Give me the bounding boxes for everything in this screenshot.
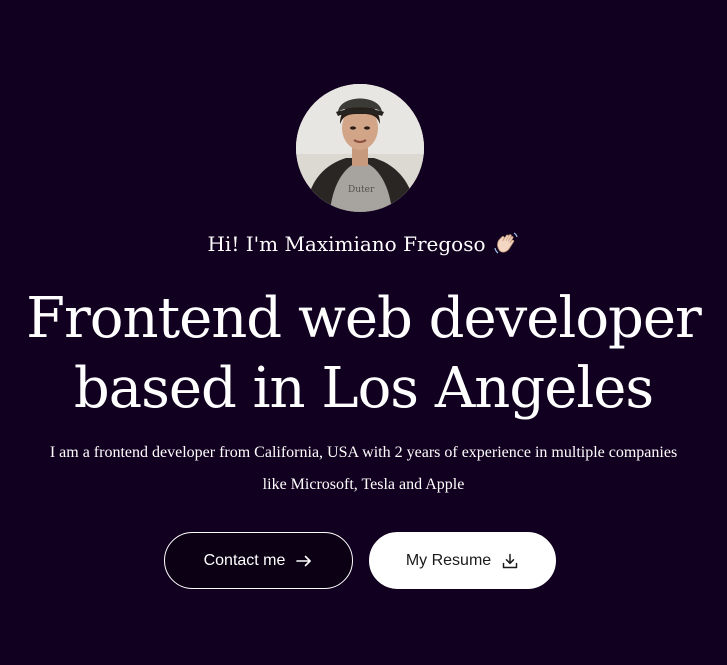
greeting-text: Hi! I'm Maximiano Fregoso [207, 232, 486, 256]
hero-section: Duter Hi! I'm Maximiano Fregoso Frontend… [0, 0, 727, 665]
page-title: Frontend web developer based in Los Ange… [0, 284, 727, 424]
my-resume-button[interactable]: My Resume [369, 532, 556, 589]
profile-photo: Duter [296, 84, 424, 212]
headline-line-2: based in Los Angeles [73, 356, 654, 421]
intro-text: I am a frontend developer from Californi… [49, 444, 678, 493]
profile-avatar: Duter [296, 84, 424, 212]
waving-hand-icon [492, 229, 520, 257]
my-resume-label: My Resume [405, 551, 492, 569]
download-icon [501, 552, 519, 570]
arrow-right-icon [295, 552, 313, 570]
greeting: Hi! I'm Maximiano Fregoso [0, 229, 727, 259]
svg-text:Duter: Duter [348, 185, 375, 195]
contact-me-label: Contact me [203, 551, 286, 569]
headline-line-1: Frontend web developer [26, 286, 702, 351]
contact-me-button[interactable]: Contact me [164, 532, 353, 589]
